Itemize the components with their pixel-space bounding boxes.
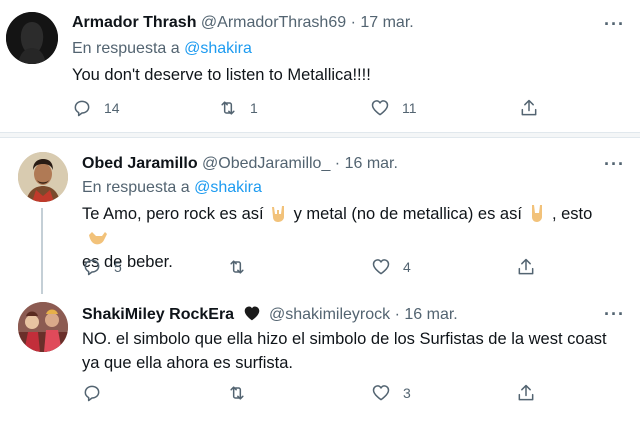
reply-button[interactable] (82, 383, 114, 403)
horns-emoji-icon (531, 205, 542, 222)
heart-icon (371, 100, 389, 116)
tweet-text-part: , esto (551, 205, 593, 223)
retweet-button[interactable]: 1 (218, 98, 258, 118)
heart-icon (372, 259, 390, 275)
separator-dot: · (350, 14, 356, 31)
retweet-icon (221, 101, 235, 115)
avatar[interactable] (18, 152, 68, 202)
avatar-image (18, 152, 68, 202)
reply-icon (84, 259, 100, 276)
tweet-header: ShakiMiley RockEra @shakimileyrock · 16 … (82, 305, 458, 324)
reply-context: En respuesta a @shakira (82, 179, 262, 197)
tweet-3[interactable]: ShakiMiley RockEra @shakimileyrock · 16 … (0, 290, 640, 426)
share-button[interactable] (519, 98, 539, 118)
display-name[interactable]: Armador Thrash (72, 14, 196, 31)
tweet-text: NO. el simbolo que ella hizo el simbolo … (82, 327, 632, 375)
reply-count: 5 (114, 259, 122, 275)
share-button[interactable] (516, 383, 536, 403)
reply-count: 14 (104, 100, 120, 116)
rock-hand-emoji-icon (271, 206, 284, 222)
black-heart-emoji-icon (244, 306, 259, 321)
tweet-1[interactable]: Armador Thrash @ArmadorThrash69 · 17 mar… (0, 0, 640, 132)
like-button[interactable]: 4 (371, 257, 411, 277)
more-options-button[interactable]: ··· (604, 14, 625, 35)
tweet-2[interactable]: Obed Jaramillo @ObedJaramillo_ · 16 mar.… (0, 140, 640, 286)
like-count: 4 (403, 259, 411, 275)
retweet-icon (230, 386, 244, 400)
reply-button[interactable]: 14 (72, 98, 120, 118)
tweet-date[interactable]: 17 mar. (360, 14, 413, 31)
user-handle[interactable]: @ArmadorThrash69 (201, 14, 346, 31)
tweet-date[interactable]: 16 mar. (345, 155, 398, 172)
more-options-button[interactable]: ··· (604, 304, 625, 325)
avatar-image (6, 12, 58, 64)
retweet-button[interactable] (227, 257, 259, 277)
tweet-text-part: y metal (no de metallica) es así (293, 205, 522, 223)
separator-dot: · (394, 306, 400, 323)
heart-icon (372, 385, 390, 401)
display-name[interactable]: ShakiMiley RockEra (82, 306, 234, 323)
avatar[interactable] (18, 302, 68, 352)
like-count: 11 (402, 100, 417, 116)
share-icon (521, 99, 537, 116)
tweet-text: Te Amo, pero rock es así y metal (no de m… (82, 202, 622, 274)
tweet-header: Armador Thrash @ArmadorThrash69 · 17 mar… (72, 14, 414, 32)
user-handle[interactable]: @ObedJaramillo_ (202, 155, 330, 172)
more-options-button[interactable]: ··· (604, 154, 625, 175)
reply-prefix: En respuesta a (82, 179, 190, 196)
mention-link[interactable]: @shakira (194, 179, 262, 196)
reply-icon (84, 385, 100, 402)
share-button[interactable] (516, 257, 536, 277)
like-button[interactable]: 3 (371, 383, 411, 403)
display-name[interactable]: Obed Jaramillo (82, 155, 198, 172)
call-me-hand-emoji-icon (89, 232, 107, 245)
retweet-icon (230, 260, 244, 274)
reply-button[interactable]: 5 (82, 257, 122, 277)
tweet-text-part: Te Amo, pero rock es así (82, 205, 264, 223)
mention-link[interactable]: @shakira (184, 40, 252, 57)
like-count: 3 (403, 385, 411, 401)
avatar-image (18, 302, 68, 352)
separator-dot: · (334, 155, 341, 172)
tweet-header: Obed Jaramillo @ObedJaramillo_ · 16 mar. (82, 155, 398, 173)
reply-context: En respuesta a @shakira (72, 40, 252, 58)
share-icon (518, 384, 534, 401)
reply-icon (74, 100, 90, 117)
share-icon (518, 258, 534, 275)
tweet-text: You don't deserve to listen to Metallica… (72, 66, 371, 84)
tweet-date[interactable]: 16 mar. (404, 306, 457, 323)
reply-prefix: En respuesta a (72, 40, 180, 57)
user-handle[interactable]: @shakimileyrock (269, 306, 390, 323)
tweet-text-line: ya que ella ahora es surfista. (82, 354, 293, 372)
section-divider (0, 132, 640, 138)
retweet-button[interactable] (227, 383, 259, 403)
retweet-count: 1 (250, 100, 258, 116)
like-button[interactable]: 11 (370, 98, 417, 118)
avatar[interactable] (6, 12, 58, 64)
tweet-text-line: NO. el simbolo que ella hizo el simbolo … (82, 330, 607, 348)
